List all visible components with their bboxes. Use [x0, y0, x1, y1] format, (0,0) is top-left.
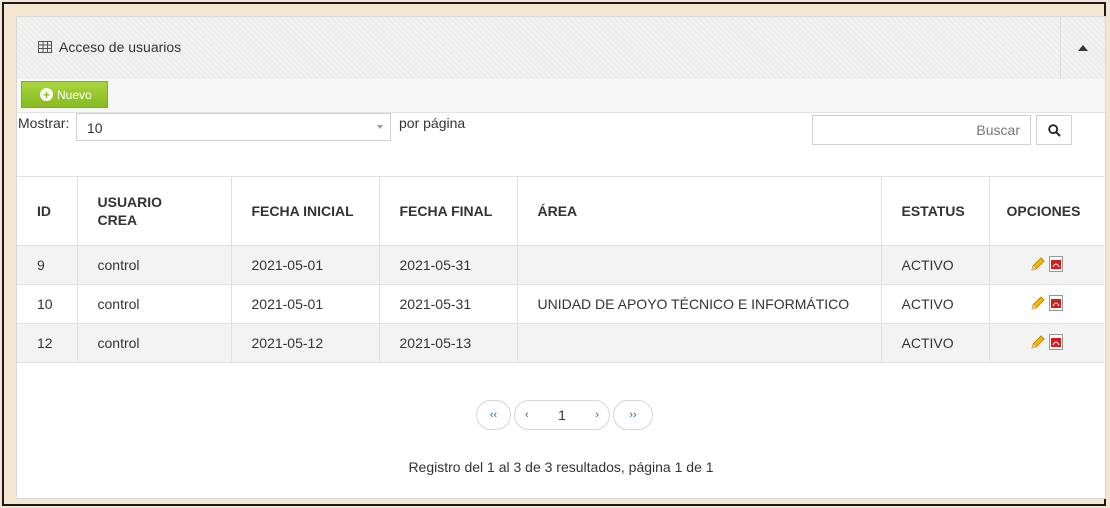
grid-icon	[38, 41, 52, 53]
search-button[interactable]	[1036, 115, 1072, 145]
cell-fecha-inicial: 2021-05-01	[230, 284, 380, 324]
last-page-button[interactable]: ››	[613, 400, 653, 430]
cell-estatus: ACTIVO	[880, 323, 990, 363]
new-button-label: Nuevo	[57, 87, 92, 102]
cell-fecha-inicial: 2021-05-01	[230, 245, 380, 285]
column-header[interactable]: FECHA INICIAL	[230, 176, 380, 246]
column-header[interactable]: USUARIO CREA	[76, 176, 232, 246]
pdf-icon[interactable]	[1049, 294, 1064, 311]
cell-fecha-inicial: 2021-05-12	[230, 323, 380, 363]
table-row: 10 control 2021-05-01 2021-05-31 UNIDAD …	[17, 284, 1104, 324]
column-header[interactable]: OPCIONES	[988, 176, 1104, 246]
toolbar: + Nuevo	[17, 79, 1105, 113]
cell-id: 12	[17, 323, 78, 363]
cell-area	[516, 245, 882, 285]
users-table: ID USUARIO CREA FECHA INICIAL FECHA FINAL…	[17, 176, 1104, 363]
column-header[interactable]: FECHA FINAL	[378, 176, 518, 246]
caret-up-icon	[1078, 45, 1088, 51]
first-page-button[interactable]: ‹‹	[476, 400, 511, 430]
magnifier-icon	[1047, 123, 1061, 137]
current-page[interactable]: 1	[558, 407, 566, 423]
new-button[interactable]: + Nuevo	[21, 81, 108, 108]
per-page-label: por página	[399, 115, 466, 131]
show-label: Mostrar:	[18, 115, 70, 131]
table-row: 12 control 2021-05-12 2021-05-13 ACTIVO	[17, 323, 1104, 363]
cell-fecha-final: 2021-05-31	[378, 245, 518, 285]
panel-header: Acceso de usuarios	[17, 17, 1105, 80]
page-size-select[interactable]: 10	[76, 113, 391, 141]
panel-title: Acceso de usuarios	[59, 39, 182, 55]
cell-area: UNIDAD DE APOYO TÉCNICO E INFORMÁTICO	[516, 284, 882, 324]
select-arrow-icon	[370, 114, 390, 140]
pencil-edit-icon[interactable]	[1030, 295, 1046, 311]
plus-circle-icon: +	[40, 88, 53, 101]
cell-id: 9	[17, 245, 78, 285]
cell-estatus: ACTIVO	[880, 245, 990, 285]
cell-fecha-final: 2021-05-13	[378, 323, 518, 363]
search-input[interactable]	[812, 115, 1031, 145]
pdf-icon[interactable]	[1049, 333, 1064, 350]
prev-page-button[interactable]: ‹	[525, 409, 529, 421]
page-size-value: 10	[87, 120, 103, 136]
column-header[interactable]: ÁREA	[516, 176, 882, 246]
next-page-button[interactable]: ›	[595, 409, 599, 421]
cell-usuario: control	[76, 323, 232, 363]
cell-opciones	[988, 284, 1104, 324]
table-row: 9 control 2021-05-01 2021-05-31 ACTIVO	[17, 245, 1104, 285]
pagination: ‹‹ ‹ 1 › ››	[476, 400, 653, 430]
cell-estatus: ACTIVO	[880, 284, 990, 324]
cell-area	[516, 323, 882, 363]
table-header-row: ID USUARIO CREA FECHA INICIAL FECHA FINAL…	[17, 176, 1104, 246]
pdf-icon[interactable]	[1049, 255, 1064, 272]
cell-opciones	[988, 323, 1104, 363]
page-group: ‹ 1 ›	[514, 400, 610, 430]
cell-usuario: control	[76, 245, 232, 285]
pencil-edit-icon[interactable]	[1030, 334, 1046, 350]
pencil-edit-icon[interactable]	[1030, 256, 1046, 272]
collapse-button[interactable]	[1060, 17, 1105, 79]
cell-opciones	[988, 245, 1104, 285]
column-header[interactable]: ESTATUS	[880, 176, 990, 246]
records-summary: Registro del 1 al 3 de 3 resultados, pág…	[408, 459, 714, 475]
cell-usuario: control	[76, 284, 232, 324]
column-header[interactable]: ID	[17, 176, 78, 246]
cell-id: 10	[17, 284, 78, 324]
cell-fecha-final: 2021-05-31	[378, 284, 518, 324]
